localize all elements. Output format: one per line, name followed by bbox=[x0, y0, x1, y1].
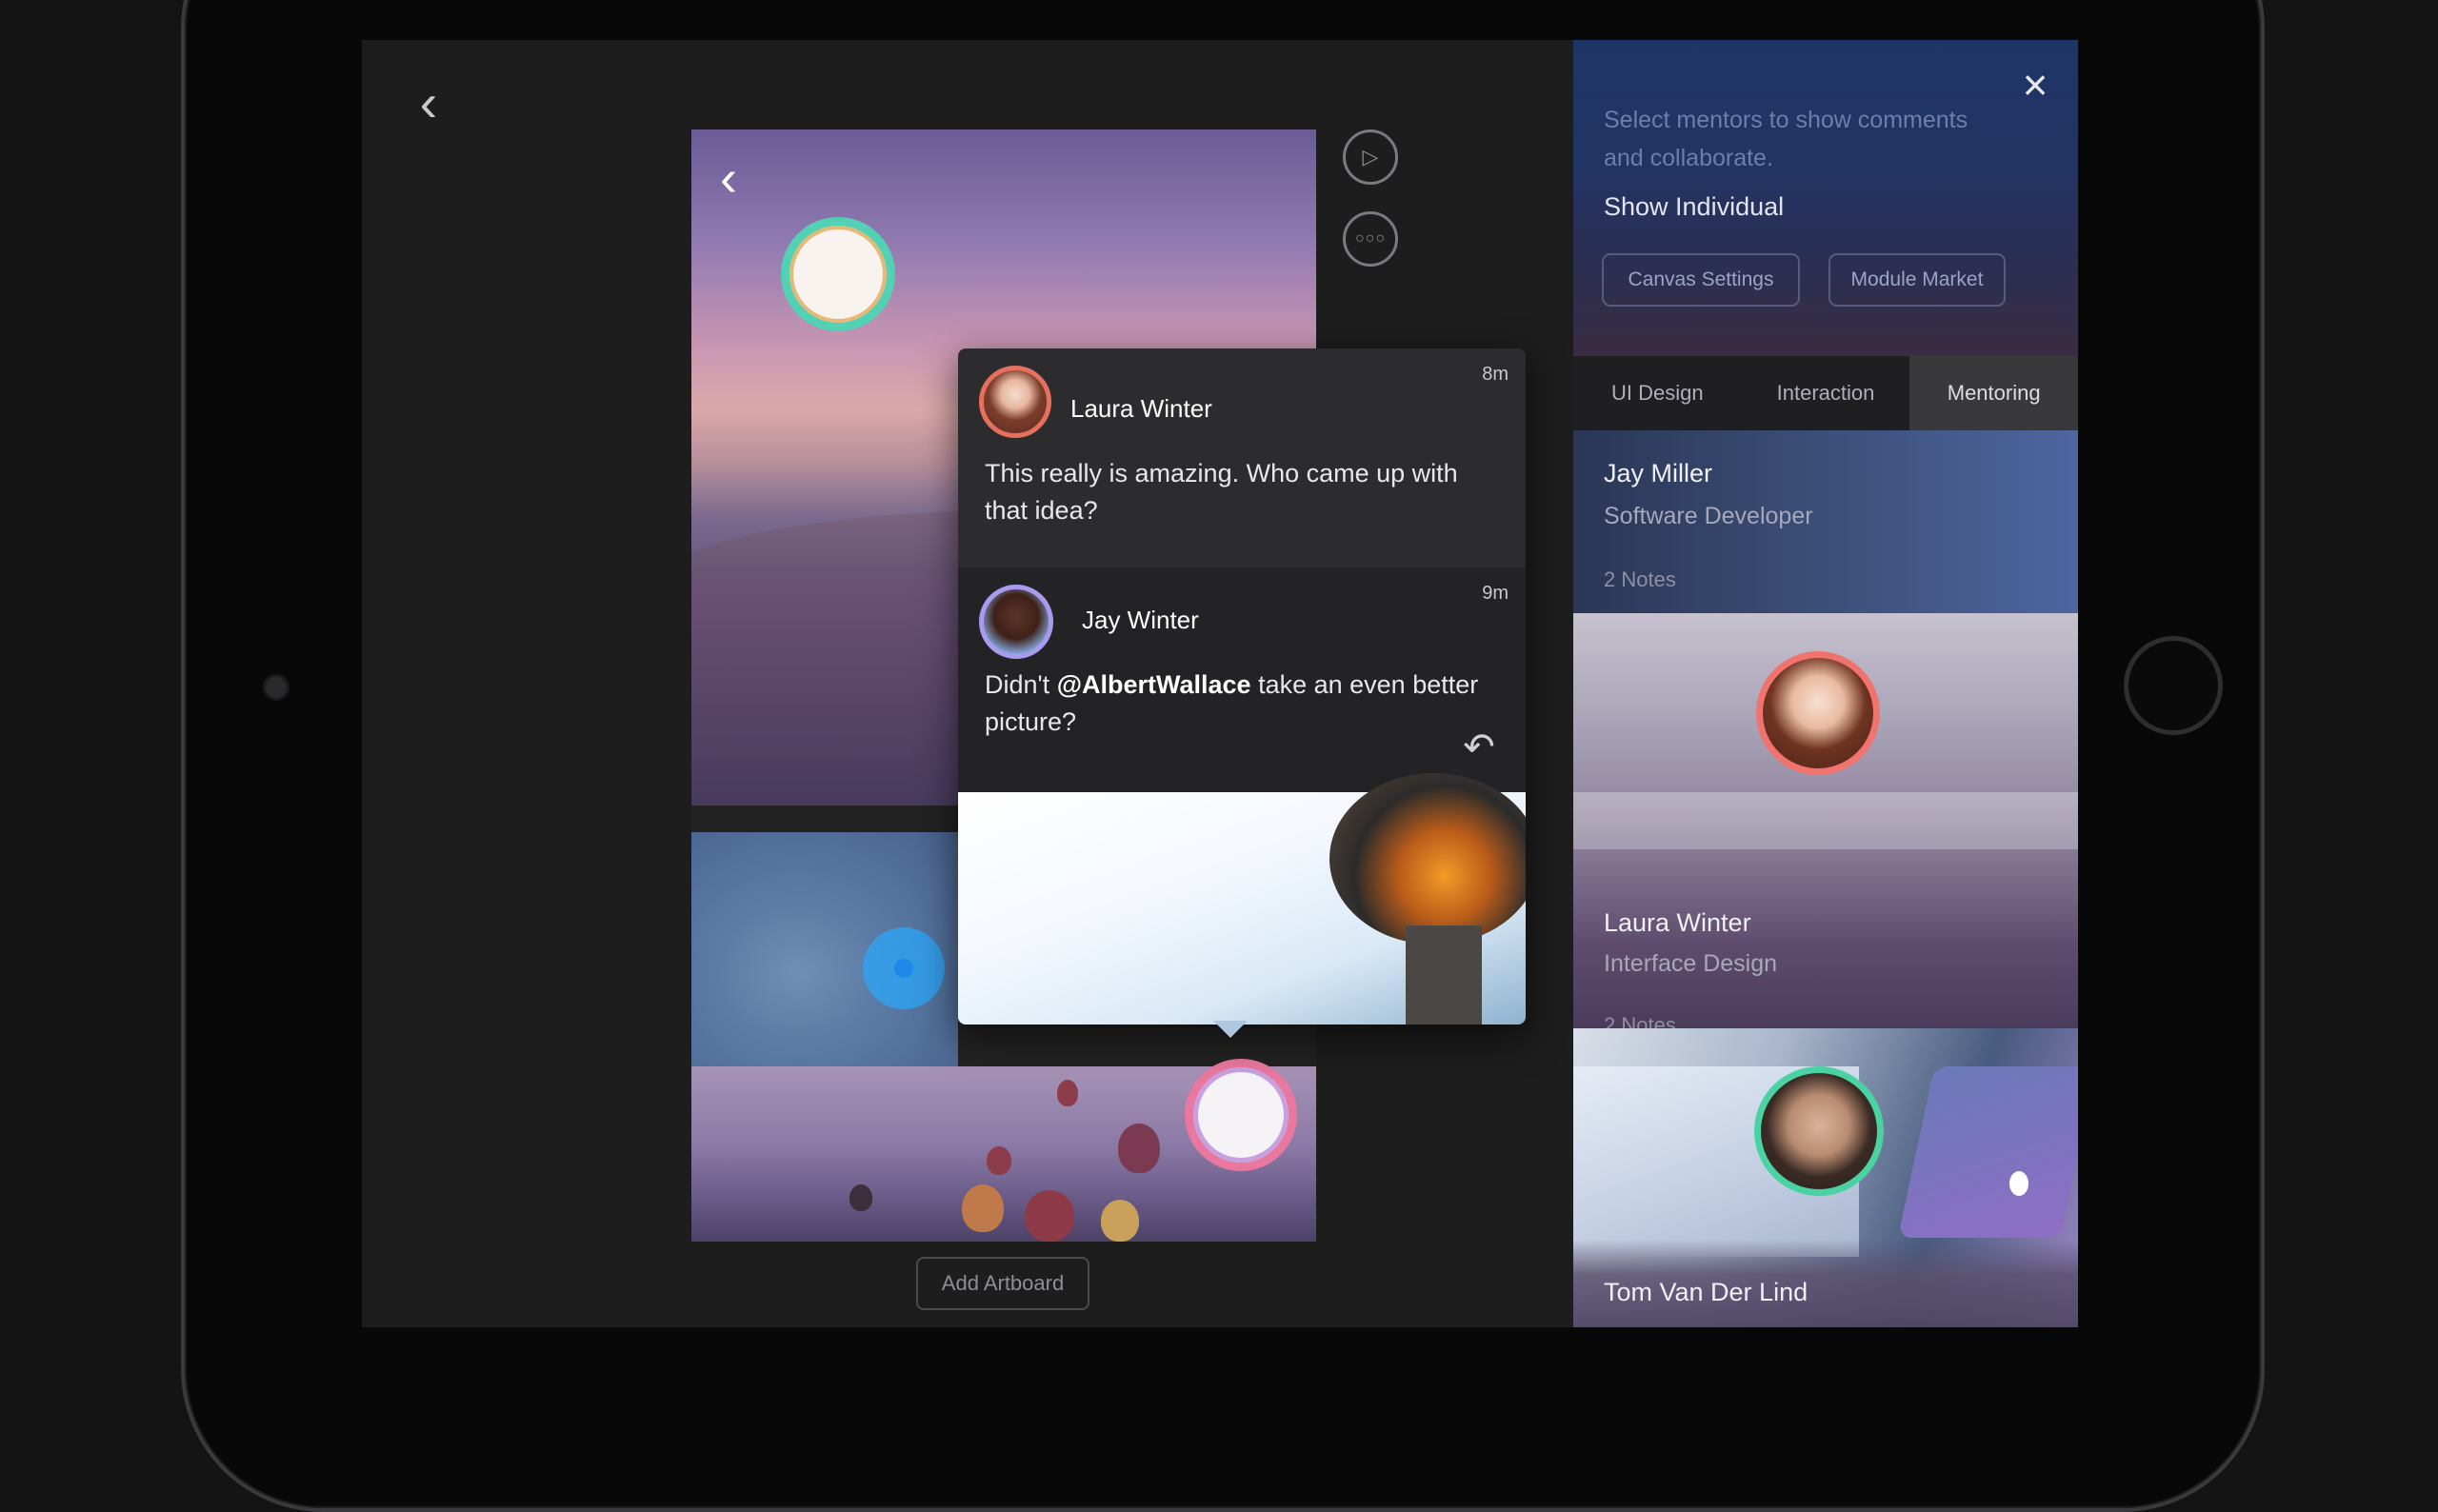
panel-tabs: UI Design Interaction Mentoring bbox=[1573, 356, 2078, 430]
tab-interaction[interactable]: Interaction bbox=[1742, 356, 1910, 430]
back-chevron-icon[interactable]: ‹ bbox=[400, 74, 457, 131]
avatar bbox=[1756, 651, 1880, 775]
comment-item: Laura Winter 8m This really is amazing. … bbox=[958, 348, 1526, 567]
design-canvas: ‹ ‹ ▷ ○○○ Add Artboard Laura Winter 8m T… bbox=[362, 40, 1573, 1327]
comment-pin-active[interactable] bbox=[1185, 1059, 1297, 1171]
avatar bbox=[1754, 1066, 1884, 1196]
laptop-image bbox=[1897, 1066, 2078, 1238]
map-location-marker-icon bbox=[863, 927, 945, 1009]
balloon-icon bbox=[1101, 1200, 1139, 1242]
mentor-card-jay-miller[interactable]: Jay Miller Software Developer 2 Notes bbox=[1573, 430, 2078, 613]
close-icon[interactable]: × bbox=[2011, 61, 2059, 109]
add-artboard-button[interactable]: Add Artboard bbox=[916, 1257, 1089, 1310]
balloon-icon bbox=[849, 1184, 872, 1211]
avatar[interactable] bbox=[979, 366, 1051, 438]
canvas-settings-button[interactable]: Canvas Settings bbox=[1602, 253, 1800, 307]
panel-header: × Select mentors to show comments and co… bbox=[1573, 40, 2078, 356]
panel-title: Show Individual bbox=[1604, 192, 1785, 221]
comment-author[interactable]: Jay Winter bbox=[1082, 606, 1199, 635]
mentor-name: Jay Miller bbox=[1604, 459, 1713, 487]
balloon-icon bbox=[962, 1184, 1004, 1232]
comment-text: This really is amazing. Who came up with… bbox=[985, 459, 1458, 525]
comment-pin[interactable] bbox=[781, 217, 895, 331]
mentor-role: Software Developer bbox=[1604, 503, 1813, 529]
mentor-name: Tom Van Der Lind bbox=[1604, 1278, 1809, 1306]
more-icon[interactable]: ○○○ bbox=[1343, 211, 1398, 267]
mentor-notes-count: 2 Notes bbox=[1604, 1013, 1676, 1028]
home-button[interactable] bbox=[2124, 636, 2223, 735]
hot-air-balloon-image bbox=[958, 773, 1526, 1025]
mentor-card-laura-winter[interactable]: Laura Winter Interface Design 2 Notes bbox=[1573, 613, 2078, 1028]
comment-text-start: Didn't bbox=[985, 670, 1057, 699]
mentor-role: Interface Design bbox=[1604, 950, 1778, 977]
comment-text: Didn't @AlbertWallace take an even bette… bbox=[985, 666, 1480, 741]
comment-item: Jay Winter 9m Didn't @AlbertWallace take… bbox=[958, 567, 1526, 792]
front-camera bbox=[263, 674, 290, 701]
mention-link[interactable]: @AlbertWallace bbox=[1057, 670, 1251, 699]
balloon-icon bbox=[1118, 1124, 1160, 1173]
comment-thread-popover: Laura Winter 8m This really is amazing. … bbox=[958, 348, 1526, 1025]
balloon-icon bbox=[987, 1146, 1011, 1175]
artboard-back-chevron-icon[interactable]: ‹ bbox=[720, 152, 737, 204]
comment-author[interactable]: Laura Winter bbox=[1070, 394, 1212, 424]
mentor-notes-count: 2 Notes bbox=[1604, 567, 1676, 591]
avatar[interactable] bbox=[979, 585, 1053, 659]
mentor-name: Laura Winter bbox=[1604, 908, 1751, 937]
balloon-envelope-image bbox=[1329, 773, 1526, 945]
mentor-panel: × Select mentors to show comments and co… bbox=[1573, 40, 2078, 1327]
popover-tail bbox=[1213, 1021, 1248, 1038]
panel-description: Select mentors to show comments and coll… bbox=[1604, 107, 1968, 171]
balloon-icon bbox=[1057, 1080, 1078, 1106]
laptop-logo-icon bbox=[2009, 1171, 2028, 1196]
module-market-button[interactable]: Module Market bbox=[1828, 253, 2006, 307]
tab-ui-design[interactable]: UI Design bbox=[1573, 356, 1742, 430]
tab-mentoring[interactable]: Mentoring bbox=[1909, 356, 2078, 430]
balloon-icon bbox=[1025, 1190, 1074, 1242]
mentor-card-tom-van-der-lind[interactable]: Tom Van Der Lind bbox=[1573, 1028, 2078, 1327]
play-icon[interactable]: ▷ bbox=[1343, 129, 1398, 185]
balloon-basket-image bbox=[1406, 925, 1482, 1025]
beach-background-image bbox=[1573, 792, 2078, 849]
comment-time: 9m bbox=[1482, 583, 1509, 604]
reply-icon[interactable]: ↶ bbox=[1453, 726, 1505, 768]
app-screen: ‹ ‹ ▷ ○○○ Add Artboard Laura Winter 8m T… bbox=[362, 40, 2078, 1327]
comment-time: 8m bbox=[1482, 364, 1509, 385]
